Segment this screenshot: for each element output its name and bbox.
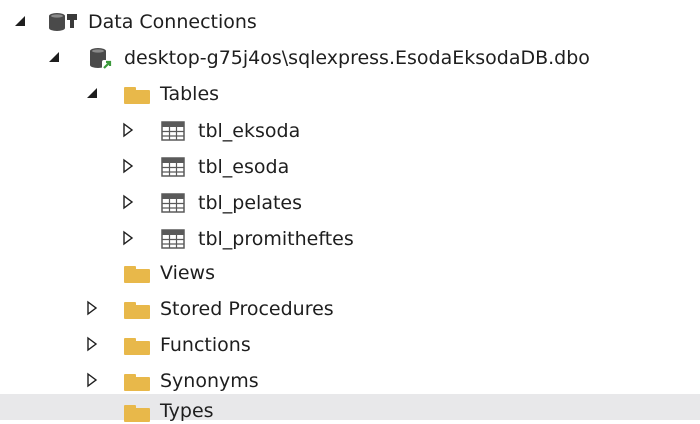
tree-node-database-connection[interactable]: desktop-g75j4os\sqlexpress.EsodaEksodaDB… [0, 40, 700, 76]
collapsed-arrow-icon[interactable] [84, 372, 100, 388]
tree-node-functions-folder[interactable]: Functions [0, 327, 700, 363]
tree-node-stored-procedures-folder[interactable]: Stored Procedures [0, 291, 700, 327]
folder-icon [124, 374, 150, 391]
collapsed-arrow-icon[interactable] [84, 300, 100, 316]
data-connections-icon [49, 13, 77, 31]
expanded-arrow-icon[interactable] [46, 49, 62, 65]
expanded-arrow-icon[interactable] [12, 13, 28, 29]
folder-icon [124, 87, 150, 104]
node-label: Data Connections [88, 11, 257, 33]
folder-icon [124, 302, 150, 319]
folder-icon [124, 266, 150, 283]
collapsed-arrow-icon[interactable] [120, 194, 136, 210]
folder-icon [124, 338, 150, 355]
node-label: tbl_esoda [198, 156, 290, 178]
node-label: Views [160, 262, 215, 284]
table-icon [161, 157, 185, 177]
node-label: tbl_eksoda [198, 120, 301, 142]
collapsed-arrow-icon[interactable] [120, 122, 136, 138]
collapsed-arrow-icon[interactable] [120, 230, 136, 246]
node-label: tbl_pelates [198, 192, 302, 214]
table-icon [161, 121, 185, 141]
table-icon [161, 193, 185, 213]
tree-node-table-tbl-pelates[interactable]: tbl_pelates [0, 185, 700, 221]
node-label: Stored Procedures [160, 298, 334, 320]
tree-node-data-connections[interactable]: Data Connections [0, 4, 700, 40]
tree-node-tables-folder[interactable]: Tables [0, 76, 700, 112]
node-label: Functions [160, 334, 251, 356]
node-label: Tables [160, 83, 220, 105]
collapsed-arrow-icon[interactable] [120, 158, 136, 174]
tree-node-types-folder[interactable]: Types [0, 394, 700, 422]
table-icon [161, 229, 185, 249]
collapsed-arrow-icon[interactable] [84, 336, 100, 352]
server-explorer-tree: Data Connections desktop-g75j4os\sqlexpr… [0, 0, 700, 422]
node-label: Types [160, 400, 214, 422]
expanded-arrow-icon[interactable] [84, 85, 100, 101]
tree-node-table-tbl-promitheftes[interactable]: tbl_promitheftes [0, 221, 700, 257]
database-connection-icon [90, 48, 112, 70]
tree-node-table-tbl-esoda[interactable]: tbl_esoda [0, 149, 700, 185]
node-label: desktop-g75j4os\sqlexpress.EsodaEksodaDB… [124, 47, 590, 69]
node-label: tbl_promitheftes [198, 228, 354, 250]
node-label: Synonyms [160, 370, 259, 392]
tree-node-views-folder[interactable]: Views [0, 255, 700, 291]
folder-icon [124, 405, 150, 422]
tree-node-table-tbl-eksoda[interactable]: tbl_eksoda [0, 113, 700, 149]
